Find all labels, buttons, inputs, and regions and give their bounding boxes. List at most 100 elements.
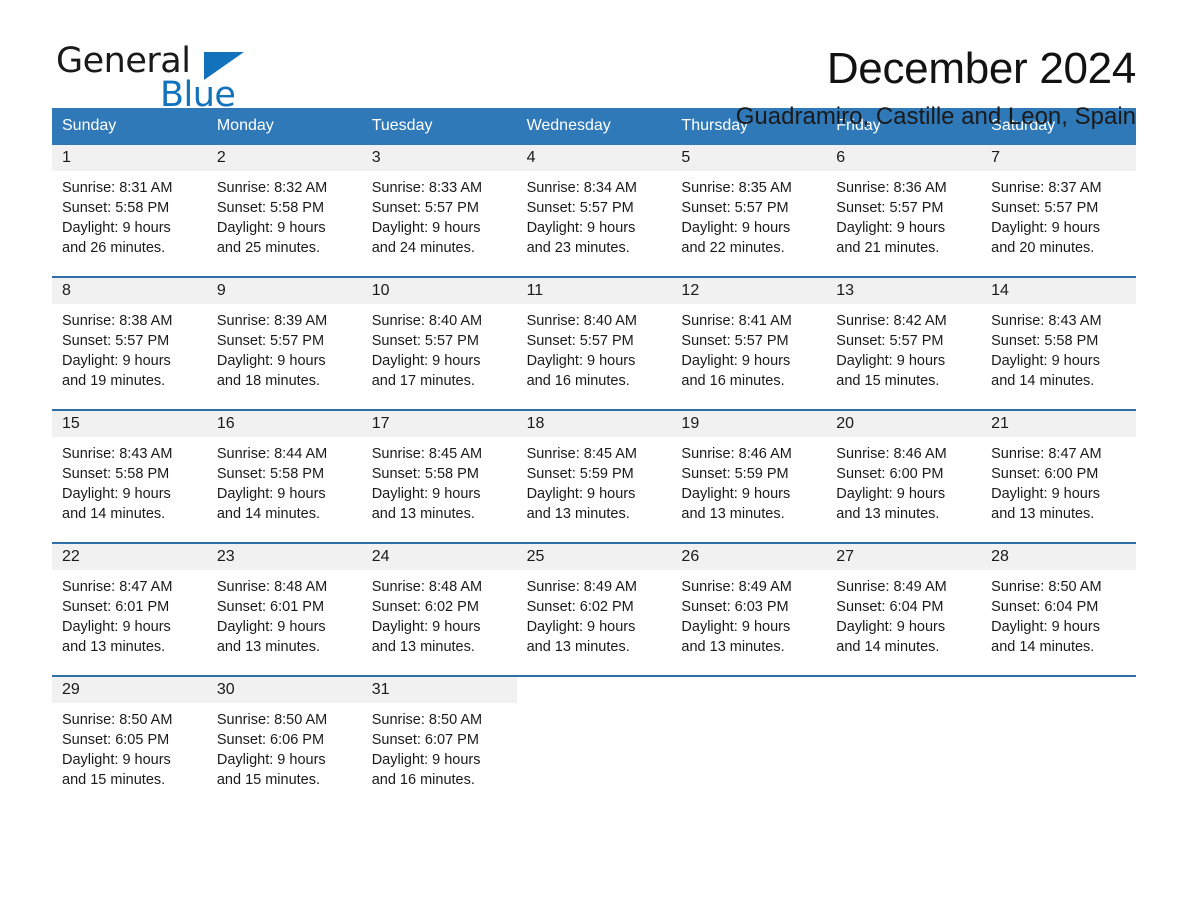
calendar-week-row: 15 Sunrise: 8:43 AM Sunset: 5:58 PM Dayligh… xyxy=(52,408,1136,533)
day-cell[interactable]: 5 Sunrise: 8:35 AM Sunset: 5:57 PM Daylight… xyxy=(671,144,827,267)
day-cell[interactable]: 24 Sunrise: 8:48 AM Sunset: 6:02 PM Dayligh… xyxy=(361,543,517,666)
day-details: Sunrise: 8:43 AM Sunset: 5:58 PM Daylight:… xyxy=(981,304,1136,391)
day-number-strip xyxy=(671,676,827,703)
day-cell[interactable]: 20 Sunrise: 8:46 AM Sunset: 6:00 PM Dayligh… xyxy=(826,410,982,533)
daylight-text-line2: and 18 minutes. xyxy=(216,372,321,389)
day-number-strip: 24 xyxy=(361,543,517,570)
sunrise-text: Sunrise: 8:48 AM xyxy=(371,578,483,595)
day-cell[interactable]: 7 Sunrise: 8:37 AM Sunset: 5:57 PM Daylight… xyxy=(981,144,1136,267)
day-details xyxy=(517,703,672,710)
day-cell[interactable]: 15 Sunrise: 8:43 AM Sunset: 5:58 PM Dayligh… xyxy=(52,410,207,533)
daylight-text-line2: and 16 minutes. xyxy=(371,771,475,788)
daylight-text-line1: Daylight: 9 hours xyxy=(836,352,946,369)
day-cell[interactable]: 26 Sunrise: 8:49 AM Sunset: 6:03 PM Dayligh… xyxy=(671,543,827,666)
daylight-text-line1: Daylight: 9 hours xyxy=(526,618,636,635)
day-cell[interactable]: 21 Sunrise: 8:47 AM Sunset: 6:00 PM Dayligh… xyxy=(981,410,1136,533)
daylight-text-line1: Daylight: 9 hours xyxy=(836,618,946,635)
day-number: 26 xyxy=(681,547,700,565)
sunrise-text: Sunrise: 8:41 AM xyxy=(681,312,792,329)
day-number-strip: 29 xyxy=(52,676,207,703)
day-number: 17 xyxy=(371,414,390,432)
day-cell[interactable]: 17 Sunrise: 8:45 AM Sunset: 5:58 PM Dayligh… xyxy=(361,410,517,533)
day-number-strip: 30 xyxy=(206,676,362,703)
sunset-text: Sunset: 5:57 PM xyxy=(836,199,944,216)
day-details: Sunrise: 8:38 AM Sunset: 5:57 PM Daylight:… xyxy=(52,304,207,391)
sunset-text: Sunset: 5:57 PM xyxy=(836,332,944,349)
sunrise-text: Sunrise: 8:35 AM xyxy=(681,179,792,196)
day-cell[interactable]: 30 Sunrise: 8:50 AM Sunset: 6:06 PM Dayligh… xyxy=(206,676,362,799)
sunset-text: Sunset: 6:01 PM xyxy=(216,598,325,615)
day-details: Sunrise: 8:32 AM Sunset: 5:58 PM Daylight:… xyxy=(207,171,362,258)
day-cell[interactable]: 3 Sunrise: 8:33 AM Sunset: 5:57 PM Daylight… xyxy=(361,144,517,267)
day-cell[interactable]: 14 Sunrise: 8:43 AM Sunset: 5:58 PM Dayligh… xyxy=(981,277,1136,400)
sunset-text: Sunset: 5:57 PM xyxy=(526,332,634,349)
day-cell[interactable]: 31 Sunrise: 8:50 AM Sunset: 6:07 PM Dayligh… xyxy=(361,676,517,799)
sunset-text: Sunset: 5:57 PM xyxy=(681,332,789,349)
day-number-strip: 26 xyxy=(671,543,827,570)
daylight-text-line1: Daylight: 9 hours xyxy=(371,219,481,236)
day-number-strip: 17 xyxy=(361,410,517,437)
day-cell[interactable]: 22 Sunrise: 8:47 AM Sunset: 6:01 PM Dayligh… xyxy=(52,543,207,666)
day-number-strip: 2 xyxy=(206,144,362,171)
day-number: 2 xyxy=(216,148,226,166)
daylight-text-line1: Daylight: 9 hours xyxy=(216,751,326,768)
day-cell[interactable]: 19 Sunrise: 8:46 AM Sunset: 5:59 PM Dayligh… xyxy=(671,410,827,533)
day-number-strip: 27 xyxy=(826,543,982,570)
weekday-wednesday: Wednesday xyxy=(526,117,611,134)
day-number: 3 xyxy=(371,148,381,166)
sunrise-text: Sunrise: 8:45 AM xyxy=(526,445,637,462)
day-number-strip: 10 xyxy=(361,277,517,304)
day-cell[interactable]: 4 Sunrise: 8:34 AM Sunset: 5:57 PM Daylight… xyxy=(516,144,672,267)
title-block: December 2024 Guadramiro, Castille and L… xyxy=(736,44,1137,131)
day-number: 7 xyxy=(991,148,1001,166)
daylight-text-line2: and 19 minutes. xyxy=(62,372,166,389)
day-number: 13 xyxy=(836,281,855,299)
day-details: Sunrise: 8:34 AM Sunset: 5:57 PM Daylight:… xyxy=(517,171,672,258)
day-cell-empty xyxy=(981,676,1136,799)
day-cell[interactable]: 23 Sunrise: 8:48 AM Sunset: 6:01 PM Dayligh… xyxy=(206,543,362,666)
day-cell[interactable]: 6 Sunrise: 8:36 AM Sunset: 5:57 PM Daylight… xyxy=(826,144,982,267)
day-number: 5 xyxy=(681,148,691,166)
sunrise-text: Sunrise: 8:49 AM xyxy=(526,578,637,595)
day-number: 1 xyxy=(62,148,71,166)
sunrise-text: Sunrise: 8:50 AM xyxy=(371,711,483,728)
day-number: 9 xyxy=(216,281,226,299)
daylight-text-line1: Daylight: 9 hours xyxy=(62,618,171,635)
page-masthead: General Blue December 2024 Guadramiro, C… xyxy=(0,0,1188,131)
day-cell[interactable]: 13 Sunrise: 8:42 AM Sunset: 5:57 PM Dayligh… xyxy=(826,277,982,400)
daylight-text-line2: and 14 minutes. xyxy=(836,638,940,655)
day-cell[interactable]: 28 Sunrise: 8:50 AM Sunset: 6:04 PM Dayligh… xyxy=(981,543,1136,666)
day-cell[interactable]: 11 Sunrise: 8:40 AM Sunset: 5:57 PM Dayligh… xyxy=(516,277,672,400)
calendar-week-row: 1 Sunrise: 8:31 AM Sunset: 5:58 PM Daylight… xyxy=(52,144,1136,267)
day-cell[interactable]: 25 Sunrise: 8:49 AM Sunset: 6:02 PM Dayligh… xyxy=(516,543,672,666)
sunset-text: Sunset: 5:58 PM xyxy=(991,332,1099,349)
day-cell[interactable]: 8 Sunrise: 8:38 AM Sunset: 5:57 PM Daylight… xyxy=(52,277,207,400)
daylight-text-line1: Daylight: 9 hours xyxy=(371,751,481,768)
day-details: Sunrise: 8:46 AM Sunset: 6:00 PM Daylight:… xyxy=(826,437,981,524)
day-details xyxy=(981,703,1136,710)
sunrise-text: Sunrise: 8:38 AM xyxy=(62,312,173,329)
day-number-strip xyxy=(981,676,1136,703)
day-cell[interactable]: 10 Sunrise: 8:40 AM Sunset: 5:57 PM Dayligh… xyxy=(361,277,517,400)
day-cell[interactable]: 29 Sunrise: 8:50 AM Sunset: 6:05 PM Dayligh… xyxy=(52,676,207,799)
day-details: Sunrise: 8:50 AM Sunset: 6:04 PM Daylight:… xyxy=(981,570,1136,657)
daylight-text-line1: Daylight: 9 hours xyxy=(836,219,946,236)
daylight-text-line2: and 13 minutes. xyxy=(526,638,630,655)
day-cell[interactable]: 2 Sunrise: 8:32 AM Sunset: 5:58 PM Daylight… xyxy=(206,144,362,267)
day-cell[interactable]: 18 Sunrise: 8:45 AM Sunset: 5:59 PM Dayligh… xyxy=(516,410,672,533)
day-number-strip: 12 xyxy=(671,277,827,304)
daylight-text-line2: and 13 minutes. xyxy=(836,505,940,522)
day-number-strip: 9 xyxy=(206,277,362,304)
sunset-text: Sunset: 5:59 PM xyxy=(526,465,634,482)
day-number-strip: 21 xyxy=(981,410,1136,437)
day-cell[interactable]: 27 Sunrise: 8:49 AM Sunset: 6:04 PM Dayligh… xyxy=(826,543,982,666)
day-cell[interactable]: 12 Sunrise: 8:41 AM Sunset: 5:57 PM Dayligh… xyxy=(671,277,827,400)
daylight-text-line2: and 17 minutes. xyxy=(371,372,475,389)
daylight-text-line2: and 14 minutes. xyxy=(216,505,321,522)
daylight-text-line2: and 24 minutes. xyxy=(371,239,475,256)
day-cell[interactable]: 16 Sunrise: 8:44 AM Sunset: 5:58 PM Dayligh… xyxy=(206,410,362,533)
day-cell[interactable]: 1 Sunrise: 8:31 AM Sunset: 5:58 PM Daylight… xyxy=(52,144,207,267)
daylight-text-line1: Daylight: 9 hours xyxy=(216,219,326,236)
day-cell[interactable]: 9 Sunrise: 8:39 AM Sunset: 5:57 PM Daylight… xyxy=(206,277,362,400)
day-details: Sunrise: 8:45 AM Sunset: 5:58 PM Daylight:… xyxy=(362,437,517,524)
